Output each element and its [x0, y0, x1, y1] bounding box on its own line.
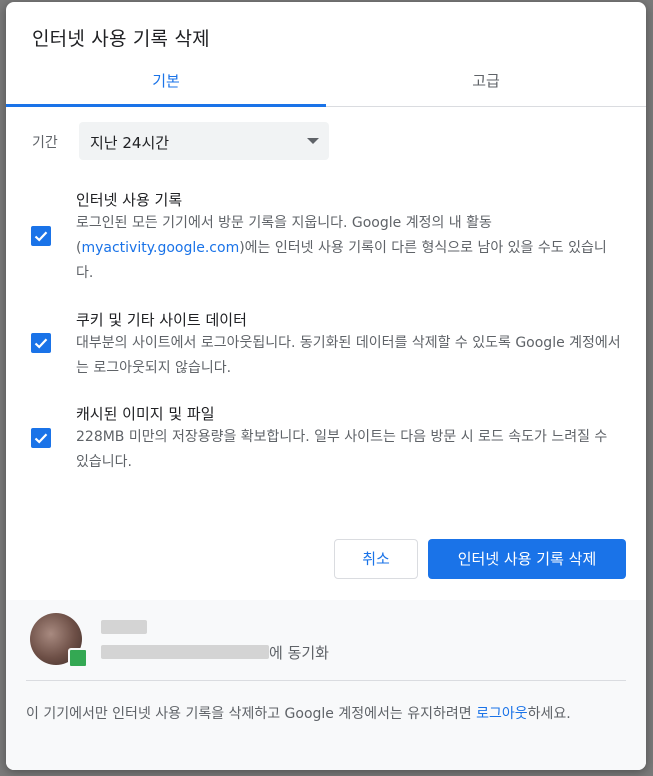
- dialog-title: 인터넷 사용 기록 삭제: [32, 28, 210, 50]
- tab-basic[interactable]: 기본: [6, 60, 326, 106]
- sync-footer: 에 동기화 이 기기에서만 인터넷 사용 기록을 삭제하고 Google 계정에…: [6, 600, 646, 770]
- browsing-history-description: 로그인된 모든 기기에서 방문 기록을 지웁니다. Google 계정의 내 활…: [76, 211, 621, 286]
- cache-checkbox[interactable]: [31, 428, 51, 448]
- browsing-history-checkbox[interactable]: [31, 226, 51, 246]
- tab-bar: 기본 고급: [6, 60, 646, 107]
- time-range-value: 지난 24시간: [90, 134, 170, 152]
- cookies-title: 쿠키 및 기타 사이트 데이터: [76, 311, 247, 329]
- cookies-checkbox[interactable]: [31, 333, 51, 353]
- checkmark-icon: [34, 231, 48, 242]
- tab-selected-indicator: [6, 104, 326, 107]
- time-range-dropdown[interactable]: 지난 24시간: [79, 122, 329, 160]
- footer-divider: [26, 680, 626, 681]
- cancel-button[interactable]: 취소: [334, 539, 418, 579]
- tab-advanced[interactable]: 고급: [326, 60, 646, 106]
- checkmark-icon: [34, 338, 48, 349]
- sync-badge-icon: [68, 648, 88, 668]
- sign-out-link[interactable]: 로그아웃: [476, 706, 528, 722]
- caret-down-icon: [307, 138, 319, 144]
- sync-label: 에 동기화: [269, 644, 329, 662]
- browsing-history-title: 인터넷 사용 기록: [76, 191, 183, 209]
- myactivity-link[interactable]: myactivity.google.com: [81, 240, 239, 256]
- footer-note-text-end: 하세요.: [527, 706, 571, 722]
- footer-note-text: 이 기기에서만 인터넷 사용 기록을 삭제하고 Google 계정에서는 유지하…: [26, 706, 477, 722]
- account-email-redacted: [101, 645, 269, 659]
- footer-note: 이 기기에서만 인터넷 사용 기록을 삭제하고 Google 계정에서는 유지하…: [26, 701, 626, 727]
- account-name-redacted: [101, 620, 147, 634]
- cache-description: 228MB 미만의 저장용량을 확보합니다. 일부 사이트는 다음 방문 시 로…: [76, 429, 608, 470]
- checkmark-icon: [34, 433, 48, 444]
- cache-title: 캐시된 이미지 및 파일: [76, 405, 215, 423]
- time-range-label: 기간: [32, 135, 58, 151]
- cookies-description: 대부분의 사이트에서 로그아웃됩니다. 동기화된 데이터를 삭제할 수 있도록 …: [76, 335, 621, 376]
- clear-data-button[interactable]: 인터넷 사용 기록 삭제: [428, 539, 626, 579]
- clear-browsing-data-dialog: 인터넷 사용 기록 삭제 기본 고급 기간 지난 24시간 인터넷 사용 기록 …: [6, 2, 646, 770]
